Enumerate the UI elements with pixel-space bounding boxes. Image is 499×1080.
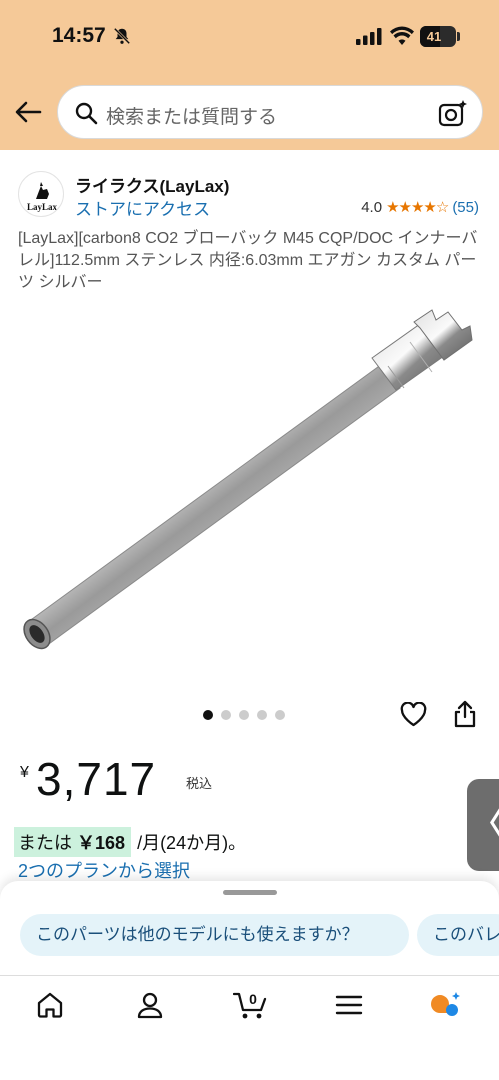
installment-plans-link[interactable]: 2つのプランから選択: [18, 857, 190, 883]
wifi-icon: [390, 26, 414, 45]
cellular-signal-icon: [356, 28, 382, 45]
status-bar: 14:57 41: [0, 0, 499, 70]
price-currency: ¥: [20, 764, 29, 781]
chevron-left-icon: 〈: [473, 808, 499, 841]
pager-dot[interactable]: [203, 710, 213, 720]
battery-level: 41: [426, 29, 442, 44]
status-time: 14:57: [52, 24, 106, 47]
suggestion-chip[interactable]: このパーツは他のモデルにも使えますか？: [20, 914, 409, 956]
search-icon: [75, 102, 98, 125]
installment-amount: ￥168: [77, 833, 126, 853]
rufus-assistant-icon[interactable]: [428, 990, 464, 1020]
product-image[interactable]: [0, 300, 499, 690]
visit-store-link[interactable]: ストアにアクセス: [75, 195, 210, 220]
brand-logo[interactable]: LayLax: [18, 171, 64, 217]
account-icon[interactable]: [135, 990, 165, 1020]
rating-stars-icon: ★★★★☆: [386, 199, 449, 216]
camera-search-icon[interactable]: [438, 99, 468, 127]
search-bar[interactable]: 検索または質問する: [57, 85, 483, 139]
product-title: [LayLax][carbon8 CO2 ブローバック M45 CQP/DOC …: [18, 230, 478, 291]
pager-dot[interactable]: [275, 710, 285, 720]
silent-bell-icon: [113, 27, 131, 45]
installment-suffix: /月(24か月)。: [137, 833, 247, 853]
menu-icon[interactable]: [334, 990, 364, 1020]
side-panel-tab[interactable]: 〈: [467, 779, 499, 871]
home-icon[interactable]: [35, 990, 65, 1020]
svg-text:LayLax: LayLax: [27, 202, 58, 212]
installment-prefix: または: [18, 833, 72, 853]
cart-count: 0: [249, 991, 257, 1007]
price-amount: 3,717: [36, 753, 157, 805]
image-pager[interactable]: [203, 710, 285, 720]
sheet-drag-handle[interactable]: [223, 890, 277, 895]
header-bar: 14:57 41 検索または質問する: [0, 0, 499, 150]
cart-icon[interactable]: 0: [233, 990, 269, 1020]
search-placeholder: 検索または質問する: [106, 107, 278, 128]
back-arrow-icon[interactable]: [12, 96, 44, 128]
brand-name[interactable]: ライラクス(LayLax): [75, 172, 229, 197]
tax-label: 税込: [186, 776, 213, 791]
pager-dot[interactable]: [221, 710, 231, 720]
battery-tip: [457, 32, 460, 41]
pager-dot[interactable]: [239, 710, 249, 720]
share-icon[interactable]: [453, 700, 477, 728]
laylax-logo-icon: LayLax: [27, 182, 58, 212]
rating-count[interactable]: (55): [452, 199, 479, 216]
pager-dot[interactable]: [257, 710, 267, 720]
installment-offer: または ￥168 /月(24か月)。: [14, 827, 247, 857]
rating-summary[interactable]: 4.0 ★★★★☆ (55): [361, 198, 479, 217]
rating-value: 4.0: [361, 198, 383, 216]
battery-indicator: 41: [420, 26, 456, 47]
installment-highlight: または ￥168: [14, 827, 132, 857]
wishlist-heart-icon[interactable]: [400, 702, 427, 727]
suggestion-chip[interactable]: このバレ: [417, 914, 499, 956]
